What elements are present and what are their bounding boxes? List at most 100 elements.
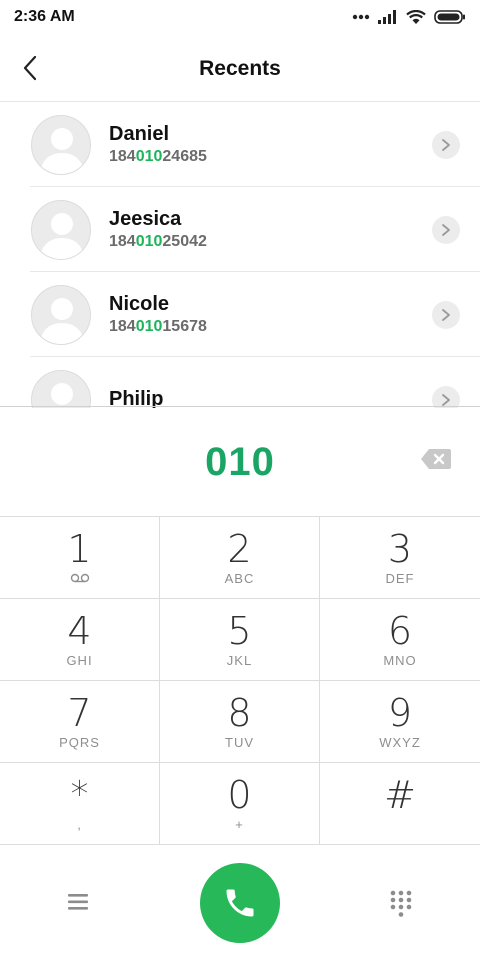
key-digit: 9 xyxy=(387,691,413,735)
key-5[interactable]: 5 JKL xyxy=(160,599,320,681)
avatar xyxy=(31,284,91,345)
key-digit: 4 xyxy=(67,609,92,653)
key-2[interactable]: 2 ABC xyxy=(160,517,320,599)
key-letters: , xyxy=(77,817,82,832)
key-1[interactable]: 1 xyxy=(0,517,160,599)
menu-button[interactable] xyxy=(66,891,92,913)
contact-name: Nicole xyxy=(109,293,170,315)
key-digit: # xyxy=(384,773,416,817)
key-digit: 2 xyxy=(227,527,252,571)
person-placeholder-icon xyxy=(40,212,84,259)
key-9[interactable]: 9 WXYZ xyxy=(320,681,480,763)
page-title: Recents xyxy=(199,56,281,80)
key-letters: DEF xyxy=(385,571,415,586)
contact-row[interactable]: Philip xyxy=(0,357,480,408)
number-prefix: 184 xyxy=(109,233,136,250)
contact-details-button[interactable] xyxy=(432,215,460,244)
key-3[interactable]: 3 DEF xyxy=(320,517,480,599)
contact-name: Jeesica xyxy=(109,208,182,230)
bottom-bar xyxy=(0,846,480,960)
signal-icon xyxy=(378,10,396,24)
status-bar: 2:36 AM xyxy=(0,0,480,34)
contact-row[interactable]: Daniel 18401024685 xyxy=(0,102,480,187)
key-digit: 6 xyxy=(387,609,413,653)
key-digit: 0 xyxy=(227,773,252,817)
status-time: 2:36 AM xyxy=(14,8,75,25)
key-hash[interactable]: # xyxy=(320,763,480,845)
contact-number: 18401024685 xyxy=(109,147,207,167)
dialpad-toggle-button[interactable] xyxy=(389,890,413,918)
key-digit: * xyxy=(70,774,89,815)
recents-list[interactable]: Daniel 18401024685 Jeesica 18401025042 Nicol… xyxy=(0,102,480,408)
key-digit: 3 xyxy=(387,527,413,571)
key-8[interactable]: 8 TUV xyxy=(160,681,320,763)
person-placeholder-icon xyxy=(40,297,84,344)
person-placeholder-icon xyxy=(40,127,84,174)
key-letters: PQRS xyxy=(59,735,100,750)
dialed-number: 010 xyxy=(205,439,275,484)
keypad: 1 2 ABC 3 DEF 4 GHI 5 JKL 6 MNO 7 PQRS 8 TUV 9 WXYZ *, 0 + # xyxy=(0,516,480,846)
key-digit: 7 xyxy=(67,691,92,735)
contact-text: Nicole 18401015678 xyxy=(109,292,207,337)
number-match: 010 xyxy=(135,148,163,165)
contact-row[interactable]: Nicole 18401015678 xyxy=(0,272,480,357)
status-icons xyxy=(352,9,466,25)
contact-number: 18401025042 xyxy=(109,232,207,252)
contact-text: Daniel 18401024685 xyxy=(109,122,207,167)
key-star[interactable]: *, xyxy=(0,763,160,845)
number-prefix: 184 xyxy=(109,318,136,335)
contact-details-button[interactable] xyxy=(432,385,460,408)
contact-text: Jeesica 18401025042 xyxy=(109,207,207,252)
backspace-button[interactable] xyxy=(420,448,452,472)
avatar xyxy=(31,369,91,408)
key-letters: TUV xyxy=(225,735,254,750)
key-4[interactable]: 4 GHI xyxy=(0,599,160,681)
key-letters: MNO xyxy=(383,653,417,668)
contact-name: Daniel xyxy=(109,123,170,145)
key-0[interactable]: 0 + xyxy=(160,763,320,845)
key-letters: JKL xyxy=(226,653,253,668)
key-digit: 5 xyxy=(227,609,252,653)
dialpad-icon xyxy=(390,890,412,917)
chevron-right-icon xyxy=(442,308,450,321)
number-suffix: 25042 xyxy=(162,233,207,250)
chevron-right-icon xyxy=(442,138,450,151)
back-chevron-icon xyxy=(23,55,37,81)
key-letters: ABC xyxy=(224,571,255,586)
chevron-right-icon xyxy=(442,223,450,236)
phone-icon xyxy=(226,889,254,917)
back-button[interactable] xyxy=(14,52,46,84)
contact-details-button[interactable] xyxy=(432,130,460,159)
number-match: 010 xyxy=(135,318,163,335)
wifi-icon xyxy=(406,9,426,24)
contact-text: Philip xyxy=(109,387,163,408)
key-letters: WXYZ xyxy=(379,735,421,750)
key-6[interactable]: 6 MNO xyxy=(320,599,480,681)
number-suffix: 15678 xyxy=(162,318,207,335)
contact-details-button[interactable] xyxy=(432,300,460,329)
key-digit: 8 xyxy=(227,691,252,735)
number-prefix: 184 xyxy=(109,148,136,165)
key-letters: + xyxy=(235,817,244,832)
key-digit: 1 xyxy=(67,527,92,571)
backspace-icon xyxy=(421,449,451,469)
battery-icon xyxy=(434,10,465,24)
call-button[interactable] xyxy=(200,863,280,943)
chevron-right-icon xyxy=(442,393,450,406)
contact-name: Philip xyxy=(109,388,164,408)
avatar xyxy=(31,199,91,260)
contact-number: 18401015678 xyxy=(109,317,207,337)
more-dots-icon xyxy=(352,14,370,20)
avatar xyxy=(31,114,91,175)
number-suffix: 24685 xyxy=(162,148,207,165)
header: Recents xyxy=(0,36,480,102)
voicemail-icon xyxy=(70,573,89,583)
divider xyxy=(0,406,480,407)
key-letters: GHI xyxy=(66,653,93,668)
key-7[interactable]: 7 PQRS xyxy=(0,681,160,763)
key-letters xyxy=(70,571,90,587)
contact-row[interactable]: Jeesica 18401025042 xyxy=(0,187,480,272)
number-match: 010 xyxy=(135,233,163,250)
menu-icon xyxy=(68,894,88,910)
person-placeholder-icon xyxy=(51,382,73,408)
